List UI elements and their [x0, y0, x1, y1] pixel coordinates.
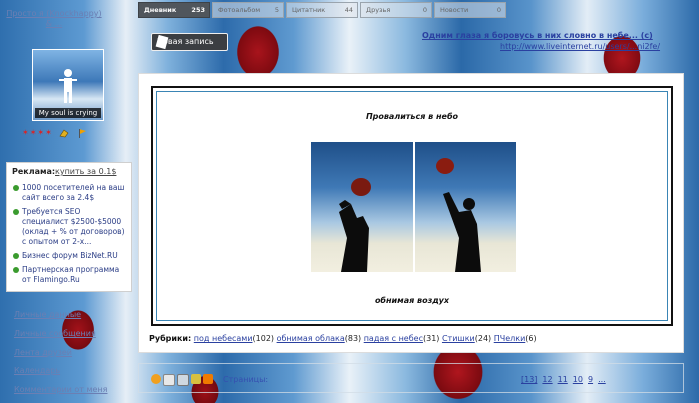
page-link[interactable]: 11 [558, 375, 568, 384]
tab-label: Цитатник [292, 6, 326, 14]
post-photo-right [415, 142, 516, 272]
new-post-button[interactable]: Новая запись [151, 33, 228, 51]
tab-label: Дневник [144, 6, 177, 14]
tab-count: 5 [274, 6, 279, 14]
tab-photoalbum[interactable]: Фотоальбом 5 [212, 2, 284, 18]
rubric-link[interactable]: падая с небес [364, 334, 423, 343]
ad-heading: Реклама: [12, 167, 56, 176]
tab-label: Новости [440, 6, 469, 14]
ad-item-text[interactable]: Бизнес форум BizNet.RU [22, 251, 126, 261]
post-footer-caption: обнимая воздух [374, 296, 450, 305]
post-panel: Провалиться в небо обнимая воздух Рубрик… [138, 73, 684, 353]
rss-icon[interactable] [203, 374, 213, 384]
ad-item-text[interactable]: 1000 посетителей на ваш сайт всего за 2.… [22, 183, 126, 203]
journal-url-link[interactable]: http://www.liveinternet.ru/users/...ni2f… [500, 42, 660, 51]
mail-icon[interactable] [163, 374, 175, 386]
section-tabs: Дневник 253 Фотоальбом 5 Цитатник 44 Дру… [138, 2, 506, 18]
bottom-icons [151, 374, 213, 386]
journal-title-link[interactable]: Одним глаза я боровусь в них словно в не… [422, 31, 653, 40]
rubric-count: (6) [525, 334, 537, 343]
smile-icon[interactable] [151, 374, 161, 384]
tab-diary[interactable]: Дневник 253 [138, 2, 210, 18]
page-link[interactable]: 9 [588, 375, 593, 384]
tab-news[interactable]: Новости 0 [434, 2, 506, 18]
rubric-link[interactable]: ПЧелки [494, 334, 526, 343]
rubric-count: (31) [422, 334, 440, 343]
silhouette-girl-icon [436, 158, 481, 272]
rating-stars: ✶ ✶ ✶ ✶ [22, 128, 88, 138]
star-icon: ✶ [37, 128, 45, 137]
rubric-link[interactable]: обнимая облака [277, 334, 345, 343]
tab-count: 44 [344, 6, 353, 14]
post-photo-left [311, 142, 413, 272]
rubric-count: (24) [474, 334, 492, 343]
print-icon[interactable] [177, 374, 189, 386]
pages-label: Страницы: [223, 375, 269, 384]
page-link[interactable]: [13] [521, 375, 537, 384]
tab-quotes[interactable]: Цитатник 44 [286, 2, 358, 18]
rubric-count: (83) [344, 334, 362, 343]
flag-icon[interactable] [77, 128, 88, 138]
sidebar-username[interactable]: Просто я (Knockhappy) & ... [6, 9, 102, 29]
ad-item-text[interactable]: Партнерская программа от Flamingo.Ru [22, 265, 126, 285]
silhouette-girl-icon [339, 178, 371, 272]
rubrics-label: Рубрики: [149, 334, 192, 343]
avatar-caption: My soul is crying [35, 108, 101, 118]
bullet-icon [13, 253, 19, 259]
sidebar-link-messages[interactable]: Личные сообщения [14, 329, 96, 338]
post-title: Провалиться в небо [365, 112, 459, 121]
tab-count: 0 [496, 6, 501, 14]
star-icon: ✶ [45, 128, 52, 137]
rubric-count: (102) [252, 334, 275, 343]
pagination: [13] 12 11 10 9 ... [521, 375, 606, 384]
sidebar-link-friends-feed[interactable]: Лента друзей [14, 348, 72, 357]
sidebar-link-calendar[interactable]: Календарь [14, 366, 60, 375]
sidebar-link-my-comments[interactable]: Комментарии от меня [14, 385, 107, 394]
rubric-link[interactable]: под небесами [194, 334, 253, 343]
tab-label: Друзья [366, 6, 391, 14]
page-link[interactable]: 10 [573, 375, 583, 384]
tab-count: 0 [422, 6, 427, 14]
avatar[interactable]: My soul is crying [32, 49, 104, 121]
sidebar-link-profile[interactable]: Личные данные [14, 310, 81, 319]
star-icon: ✶ [29, 128, 37, 137]
friends-icon[interactable] [191, 374, 201, 384]
tab-friends[interactable]: Друзья 0 [360, 2, 432, 18]
bullet-icon [13, 209, 19, 215]
post-frame-inner: Провалиться в небо обнимая воздух [156, 91, 668, 321]
avatar-person-icon [59, 69, 77, 103]
rubric-link[interactable]: Стишки [442, 334, 475, 343]
tab-count: 253 [191, 6, 205, 14]
bottom-bar: Страницы: [13] 12 11 10 9 ... [138, 363, 684, 393]
page-link[interactable]: 12 [542, 375, 552, 384]
star-icon: ✶ [22, 128, 29, 137]
ad-buy-link[interactable]: купить за 0.1$ [55, 167, 116, 176]
post-frame: Провалиться в небо обнимая воздух [151, 86, 673, 326]
rubrics: Рубрики: под небесами(102) обнимая облак… [149, 334, 537, 343]
ad-item-text[interactable]: Требуется SEO специалист $2500-$5000 (ок… [22, 207, 126, 247]
page-link[interactable]: ... [598, 375, 606, 384]
ad-box: Реклама: купить за 0.1$ 1000 посетителей… [6, 162, 132, 292]
hand-icon[interactable] [59, 128, 70, 138]
bullet-icon [13, 267, 19, 273]
bullet-icon [13, 185, 19, 191]
tab-label: Фотоальбом [218, 6, 261, 14]
